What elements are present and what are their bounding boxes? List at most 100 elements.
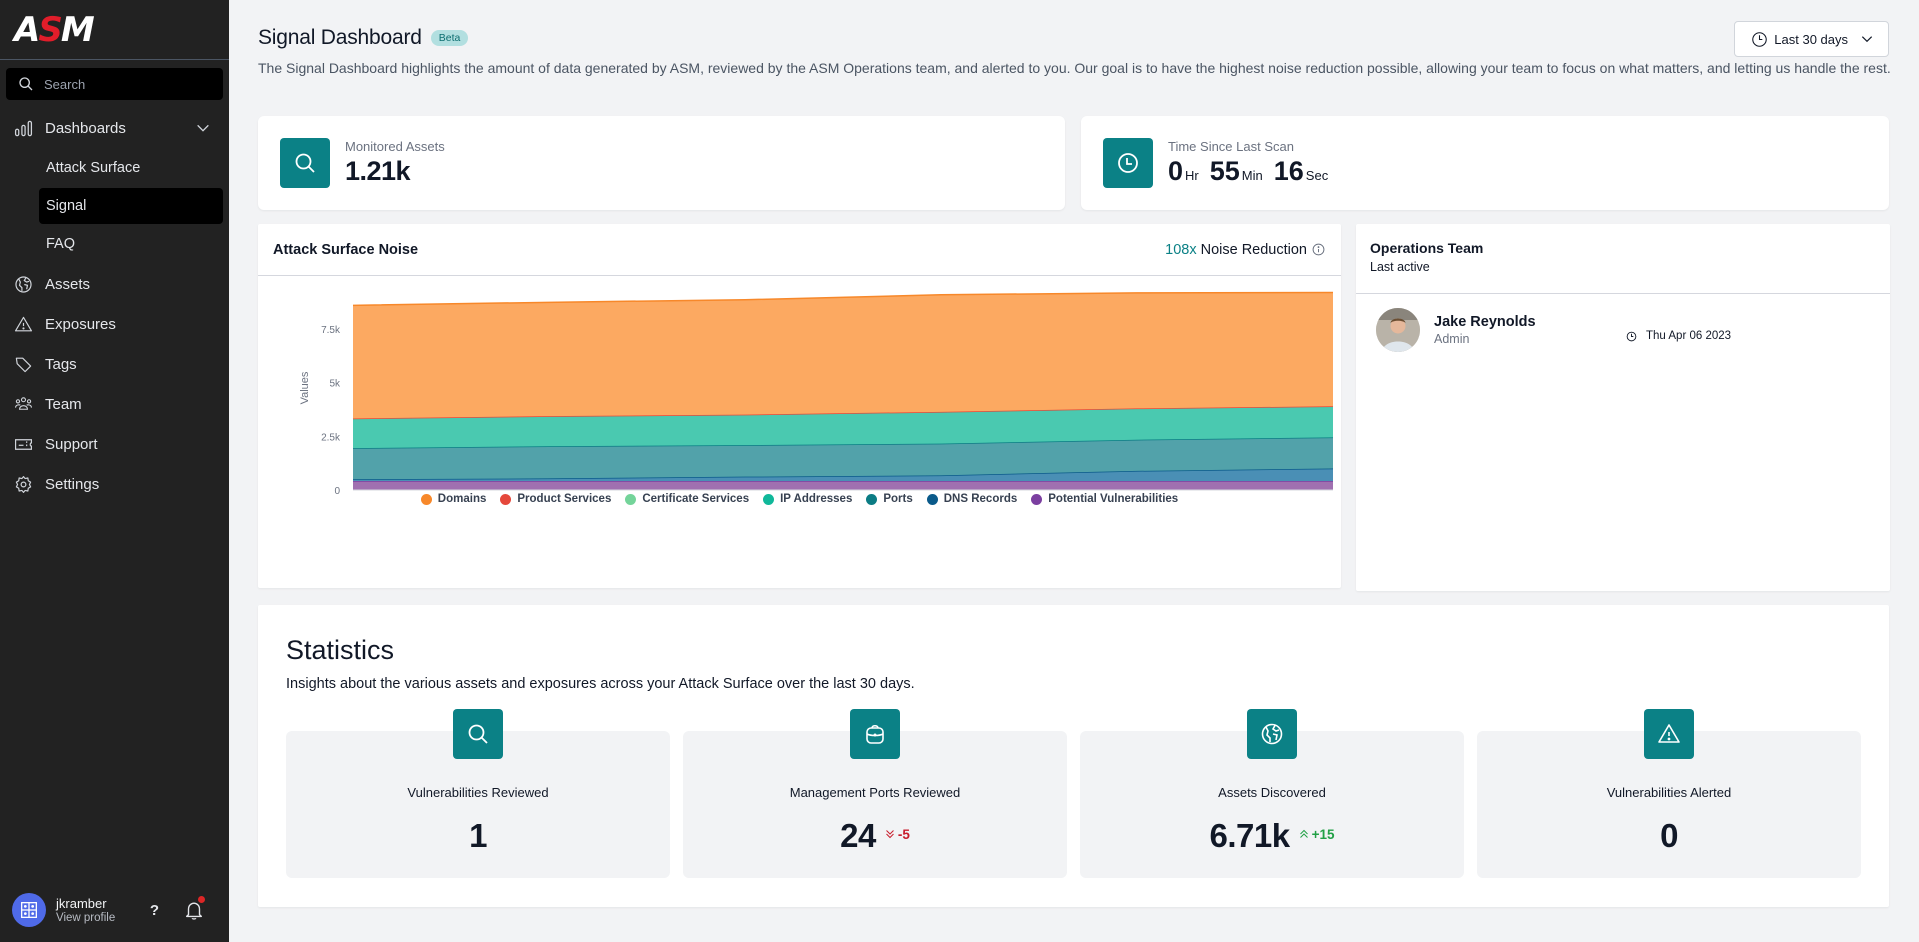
info-icon[interactable] [1312,243,1325,256]
sidebar-item-exposures[interactable]: Exposures [0,304,229,344]
operations-team-card: Operations Team Last active Jake Reynold… [1356,224,1890,591]
legend-item[interactable]: Ports [866,493,913,505]
legend-item[interactable]: Product Services [500,493,611,505]
stat-icon-box [1247,709,1297,759]
date-range-label: Last 30 days [1774,31,1848,47]
logo[interactable]: ASM [0,0,229,60]
chevron-down-icon[interactable] [195,120,211,136]
attack-surface-noise-card: Attack Surface Noise 108x Noise Reductio… [258,224,1341,588]
statistics-title: Statistics [286,635,395,665]
stat-icon-box [1644,709,1694,759]
date-range-dropdown[interactable]: Last 30 days [1734,21,1889,57]
stat-value: 24 [840,817,876,854]
team-member-row[interactable]: Jake Reynolds Admin Thu Apr 06 2023 [1356,294,1890,366]
stat-delta-down: -5 [884,827,910,842]
main-content: Signal Dashboard Beta The Signal Dashboa… [229,0,1919,942]
stat-label: Vulnerabilities Reviewed [407,785,549,800]
beta-badge: Beta [430,30,469,46]
hours-value: 0 [1168,156,1184,186]
scan-timer: 0 Hr 55 Min 16 Sec [1168,156,1339,187]
sidebar-item-tags[interactable]: Tags [0,344,229,384]
legend-label: Domains [437,493,487,505]
stat-delta-up: +15 [1298,827,1335,842]
view-profile-link[interactable]: View profile [56,912,115,924]
legend-dot-icon [1031,493,1043,505]
globe-icon [15,275,32,293]
avatar[interactable] [12,893,46,927]
chart-title: Attack Surface Noise [273,241,419,258]
sidebar-item-label: Exposures [45,315,116,333]
y-axis-label: Values [299,371,311,404]
sidebar-item-faq[interactable]: FAQ [39,226,223,262]
tag-icon [15,357,32,372]
seconds-value: 16 [1273,156,1304,186]
legend-item[interactable]: IP Addresses [763,493,852,505]
legend-item[interactable]: Potential Vulnerabilities [1031,493,1178,505]
sidebar-item-assets[interactable]: Assets [0,264,229,304]
briefcase-icon [866,724,884,744]
statistics-description: Insights about the various assets and ex… [286,676,915,692]
sidebar-item-label: Signal [46,198,87,214]
clock-icon [1752,31,1768,47]
sidebar-item-label: Attack Surface [46,160,141,176]
stat-label: Vulnerabilities Alerted [1606,785,1732,800]
help-button[interactable]: ? [150,902,159,919]
sidebar-item-team[interactable]: Team [0,384,229,424]
statistics-card: Statistics Insights about the various as… [258,605,1889,907]
search-box[interactable] [6,68,223,100]
sidebar-item-label: Dashboards [45,119,126,137]
stat-icon-box [850,709,900,759]
legend-dot-icon [625,493,637,505]
sidebar-item-settings[interactable]: Settings [0,464,229,504]
legend-dot-icon [866,493,878,505]
legend-item[interactable]: Domains [420,493,487,505]
stat-value: 0 [1660,817,1678,854]
profile-username: jkramber [56,896,107,911]
asm-logo: ASM [14,9,95,50]
y-tick-label: 7.5k [321,325,341,336]
kpi-label: Time Since Last Scan [1168,139,1294,154]
page-description: The Signal Dashboard highlights the amou… [258,60,1891,76]
kpi-icon-box [1103,138,1153,188]
legend-item[interactable]: Certificate Services [625,493,749,505]
area-potential-vulnerabilities[interactable] [353,480,1333,490]
member-role: Admin [1434,332,1470,346]
minutes-unit: Min [1241,168,1263,183]
sidebar-item-label: Support [45,435,98,453]
legend-item[interactable]: DNS Records [926,493,1018,505]
legend-label: DNS Records [943,493,1018,505]
sidebar-item-signal[interactable]: Signal [39,188,223,224]
bar-chart-icon [14,120,33,136]
stat-delta-value: +15 [1311,826,1335,842]
stat-label: Assets Discovered [1218,785,1326,800]
chart-legend: Domains Product Services Certificate Servi… [258,493,1341,505]
sidebar-item-dashboards[interactable]: Dashboards [0,108,229,148]
avatar-pattern-icon [21,902,37,918]
search-input[interactable] [44,76,204,92]
stat-vulnerabilities-reviewed: Vulnerabilities Reviewed 1 [286,709,670,878]
last-scan-card: Time Since Last Scan 0 Hr 55 Min 16 Sec [1081,116,1889,210]
ops-subtitle: Last active [1370,260,1430,274]
sidebar-item-attack-surface[interactable]: Attack Surface [39,150,223,186]
legend-label: Certificate Services [642,493,750,505]
gear-icon [15,475,32,493]
notification-dot [198,896,205,903]
kpi-label: Monitored Assets [345,139,445,154]
legend-label: Ports [883,493,913,505]
noise-reduction: 108x Noise Reduction [1165,242,1325,258]
stat-management-ports-reviewed: Management Ports Reviewed 24 -5 [683,709,1067,878]
sidebar-item-label: Tags [45,355,77,373]
sidebar-item-support[interactable]: Support [0,424,229,464]
chevron-down-icon [1861,36,1873,43]
search-icon [19,77,33,91]
stat-delta-value: -5 [897,826,910,842]
page-header: Signal Dashboard Beta The Signal Dashboa… [258,21,1891,79]
double-chevron-up-icon [1299,829,1308,838]
legend-dot-icon [420,493,432,505]
area-domains[interactable] [353,292,1333,419]
kpi-value: 1.21k [345,156,411,186]
sidebar-item-label: Settings [45,475,100,493]
legend-label: Product Services [517,493,612,505]
globe-icon [1261,723,1283,745]
stat-value: 6.71k [1209,817,1291,854]
